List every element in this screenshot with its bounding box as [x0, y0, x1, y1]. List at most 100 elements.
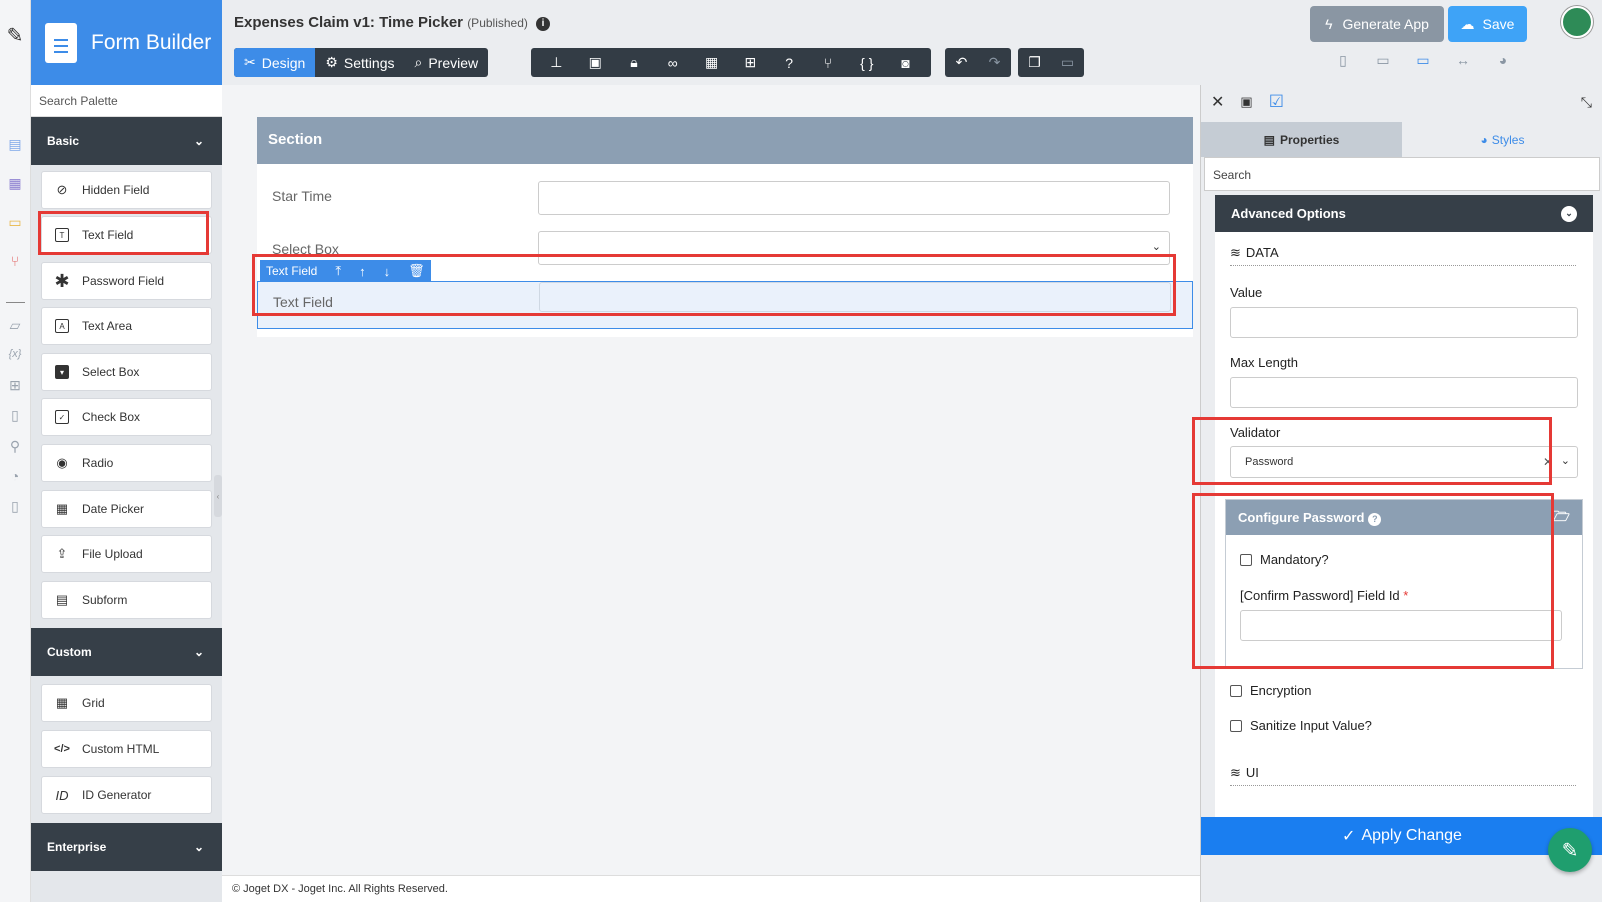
edit-icon[interactable]: ✎ — [5, 25, 25, 47]
clear-icon[interactable]: ✕ — [1543, 455, 1553, 469]
variable-icon[interactable]: {x} — [5, 344, 25, 364]
advanced-options-header[interactable]: Advanced Options ⌄ — [1215, 195, 1593, 232]
translate-icon[interactable]: ⊞ — [739, 54, 761, 71]
star-time-input[interactable] — [538, 181, 1170, 215]
select-box-input[interactable]: ⌄ — [538, 231, 1170, 265]
palette-item-radio[interactable]: ◉ Radio — [41, 444, 212, 482]
value-input[interactable] — [1230, 307, 1578, 338]
compress-icon[interactable]: ⤡ — [1581, 94, 1592, 111]
palette-search-input[interactable]: Search Palette — [31, 85, 222, 117]
braces-icon[interactable]: { } — [856, 55, 878, 71]
checkbox-box[interactable] — [1240, 553, 1252, 566]
generate-app-button[interactable]: ϟ Generate App — [1310, 6, 1444, 42]
laptop-icon[interactable]: ▭ — [1412, 52, 1434, 72]
plugin-icon[interactable]: ⚲ — [5, 436, 25, 456]
palette-icon[interactable]: ◕ — [1492, 52, 1514, 72]
palette-item-select-box[interactable]: ▾ Select Box — [41, 353, 212, 391]
table-icon[interactable]: ▦ — [5, 173, 25, 193]
help-icon[interactable]: ? — [1368, 512, 1382, 526]
window-icon[interactable]: ▣ — [1240, 94, 1252, 110]
trash-icon[interactable]: 🗑︎ — [408, 263, 425, 279]
move-up-top-icon[interactable]: ⤒ — [335, 263, 341, 279]
dashboard-icon[interactable]: ◔ — [5, 466, 25, 486]
tab-properties[interactable]: ▤ Properties — [1201, 122, 1402, 157]
close-icon[interactable]: ✕ — [1211, 92, 1224, 112]
form-section[interactable]: Section Star Time Select Box ⌄ Text Fiel… — [257, 117, 1193, 337]
tab-styles[interactable]: ◕ Styles — [1402, 122, 1602, 157]
palette-item-text-field[interactable]: T Text Field — [41, 216, 212, 254]
note-icon[interactable]: ▱ — [5, 315, 25, 335]
encryption-checkbox[interactable]: Encryption — [1230, 683, 1311, 698]
table-icon[interactable]: ▦ — [701, 54, 723, 71]
redo-icon[interactable]: ↷ — [984, 54, 1006, 71]
form-row-star-time[interactable]: Star Time — [257, 173, 1193, 218]
chevron-down-icon: ⌄ — [1560, 455, 1570, 467]
undo-icon[interactable]: ↶ — [951, 54, 973, 71]
checkbox-box[interactable] — [1230, 719, 1242, 732]
element-toolbar: Text Field ⤒ ↑ ↓ 🗑︎ — [260, 260, 431, 282]
text-field-input[interactable] — [539, 282, 1171, 312]
paint-palette-icon: ◕ — [1480, 132, 1488, 147]
copy-icon[interactable]: ❐ — [1024, 54, 1046, 71]
tablet-icon[interactable]: ▭ — [1372, 52, 1394, 72]
palette-item-text-area[interactable]: A Text Area — [41, 307, 212, 345]
category-enterprise[interactable]: Enterprise ⌄ — [31, 823, 222, 871]
validator-select[interactable]: Password ✕ ⌄ — [1230, 446, 1578, 478]
tree-icon[interactable]: ⊥ — [545, 54, 567, 71]
palette-item-password-field[interactable]: ✱ Password Field — [41, 262, 212, 300]
configure-password-header[interactable]: Configure Password? 🗁︎ — [1226, 500, 1582, 535]
binoculars-icon[interactable]: ∞ — [662, 55, 684, 71]
avatar[interactable] — [1561, 6, 1593, 38]
flow-icon[interactable]: ⑂ — [5, 251, 25, 271]
max-length-label: Max Length — [1230, 355, 1298, 370]
eye-slash-icon: ⊘ — [56, 182, 68, 197]
palette-item-subform[interactable]: ▤ Subform — [41, 581, 212, 619]
camera-icon[interactable]: ◙ — [895, 55, 917, 71]
monitor-icon[interactable]: ▭ — [5, 212, 25, 232]
properties-search-input[interactable]: Search — [1204, 157, 1600, 191]
folder-open-icon[interactable]: 🗁︎ — [1553, 506, 1570, 530]
app-name: Form Builder — [91, 30, 212, 54]
max-length-input[interactable] — [1230, 377, 1578, 408]
chevron-down-icon: ⌄ — [193, 840, 204, 854]
palette-item-id-generator[interactable]: ID ID Generator — [41, 776, 212, 814]
arrow-down-icon[interactable]: ↓ — [384, 264, 391, 279]
value-label: Value — [1230, 285, 1263, 300]
arrow-up-icon[interactable]: ↑ — [359, 264, 366, 279]
tab-preview[interactable]: ⌕ Preview — [404, 48, 488, 77]
palette-item-grid[interactable]: ▦ Grid — [41, 684, 212, 722]
paste-icon[interactable]: ▭ — [1057, 54, 1079, 71]
branch-icon[interactable]: ⑂ — [817, 55, 839, 71]
checkbox-box[interactable] — [1230, 684, 1242, 697]
translate-icon[interactable]: ⊞ — [5, 375, 25, 395]
palette-item-hidden-field[interactable]: ⊘ Hidden Field — [41, 171, 212, 209]
report-icon[interactable]: ▯ — [5, 405, 25, 425]
file-icon[interactable]: ▤ — [5, 134, 25, 154]
panel-top-bar: ✕ ▣ ☑ ⤡ — [1201, 85, 1602, 119]
edit-fab-button[interactable]: ✎ — [1548, 828, 1592, 872]
save-button[interactable]: ☁ Save — [1448, 6, 1527, 42]
book-icon[interactable]: ▯ — [5, 496, 25, 516]
arrows-horizontal-icon[interactable]: ↔ — [1452, 52, 1474, 72]
palette-collapse-handle[interactable]: ‹ — [214, 475, 222, 517]
help-icon[interactable]: ? — [778, 55, 800, 71]
list-icon[interactable]: ▣ — [584, 54, 606, 71]
palette-item-check-box[interactable]: ✓ Check Box — [41, 398, 212, 436]
lock-icon[interactable]: 🔒︎ — [623, 54, 645, 71]
confirm-password-field-id-input[interactable] — [1240, 610, 1562, 641]
palette-item-custom-html[interactable]: </> Custom HTML — [41, 730, 212, 768]
sanitize-checkbox[interactable]: Sanitize Input Value? — [1230, 718, 1372, 733]
text-area-icon: A — [54, 318, 70, 334]
category-basic[interactable]: Basic ⌄ — [31, 117, 222, 165]
palette-item-file-upload[interactable]: ⇪ File Upload — [41, 535, 212, 573]
category-custom[interactable]: Custom ⌄ — [31, 628, 222, 676]
info-icon[interactable]: i — [536, 17, 551, 31]
tab-settings[interactable]: ⚙ Settings — [315, 48, 404, 77]
apply-change-button[interactable]: ✓ Apply Change — [1201, 817, 1602, 855]
mandatory-checkbox[interactable]: Mandatory? — [1240, 552, 1329, 567]
selected-text-field-row[interactable]: Text Field ⤒ ↑ ↓ 🗑︎ Text Field — [257, 260, 1193, 329]
tab-design[interactable]: ✂ Design — [234, 48, 316, 77]
palette-item-date-picker[interactable]: ▦ Date Picker — [41, 490, 212, 528]
phone-icon[interactable]: ▯ — [1332, 52, 1354, 72]
checkbox-icon[interactable]: ☑ — [1269, 92, 1284, 112]
